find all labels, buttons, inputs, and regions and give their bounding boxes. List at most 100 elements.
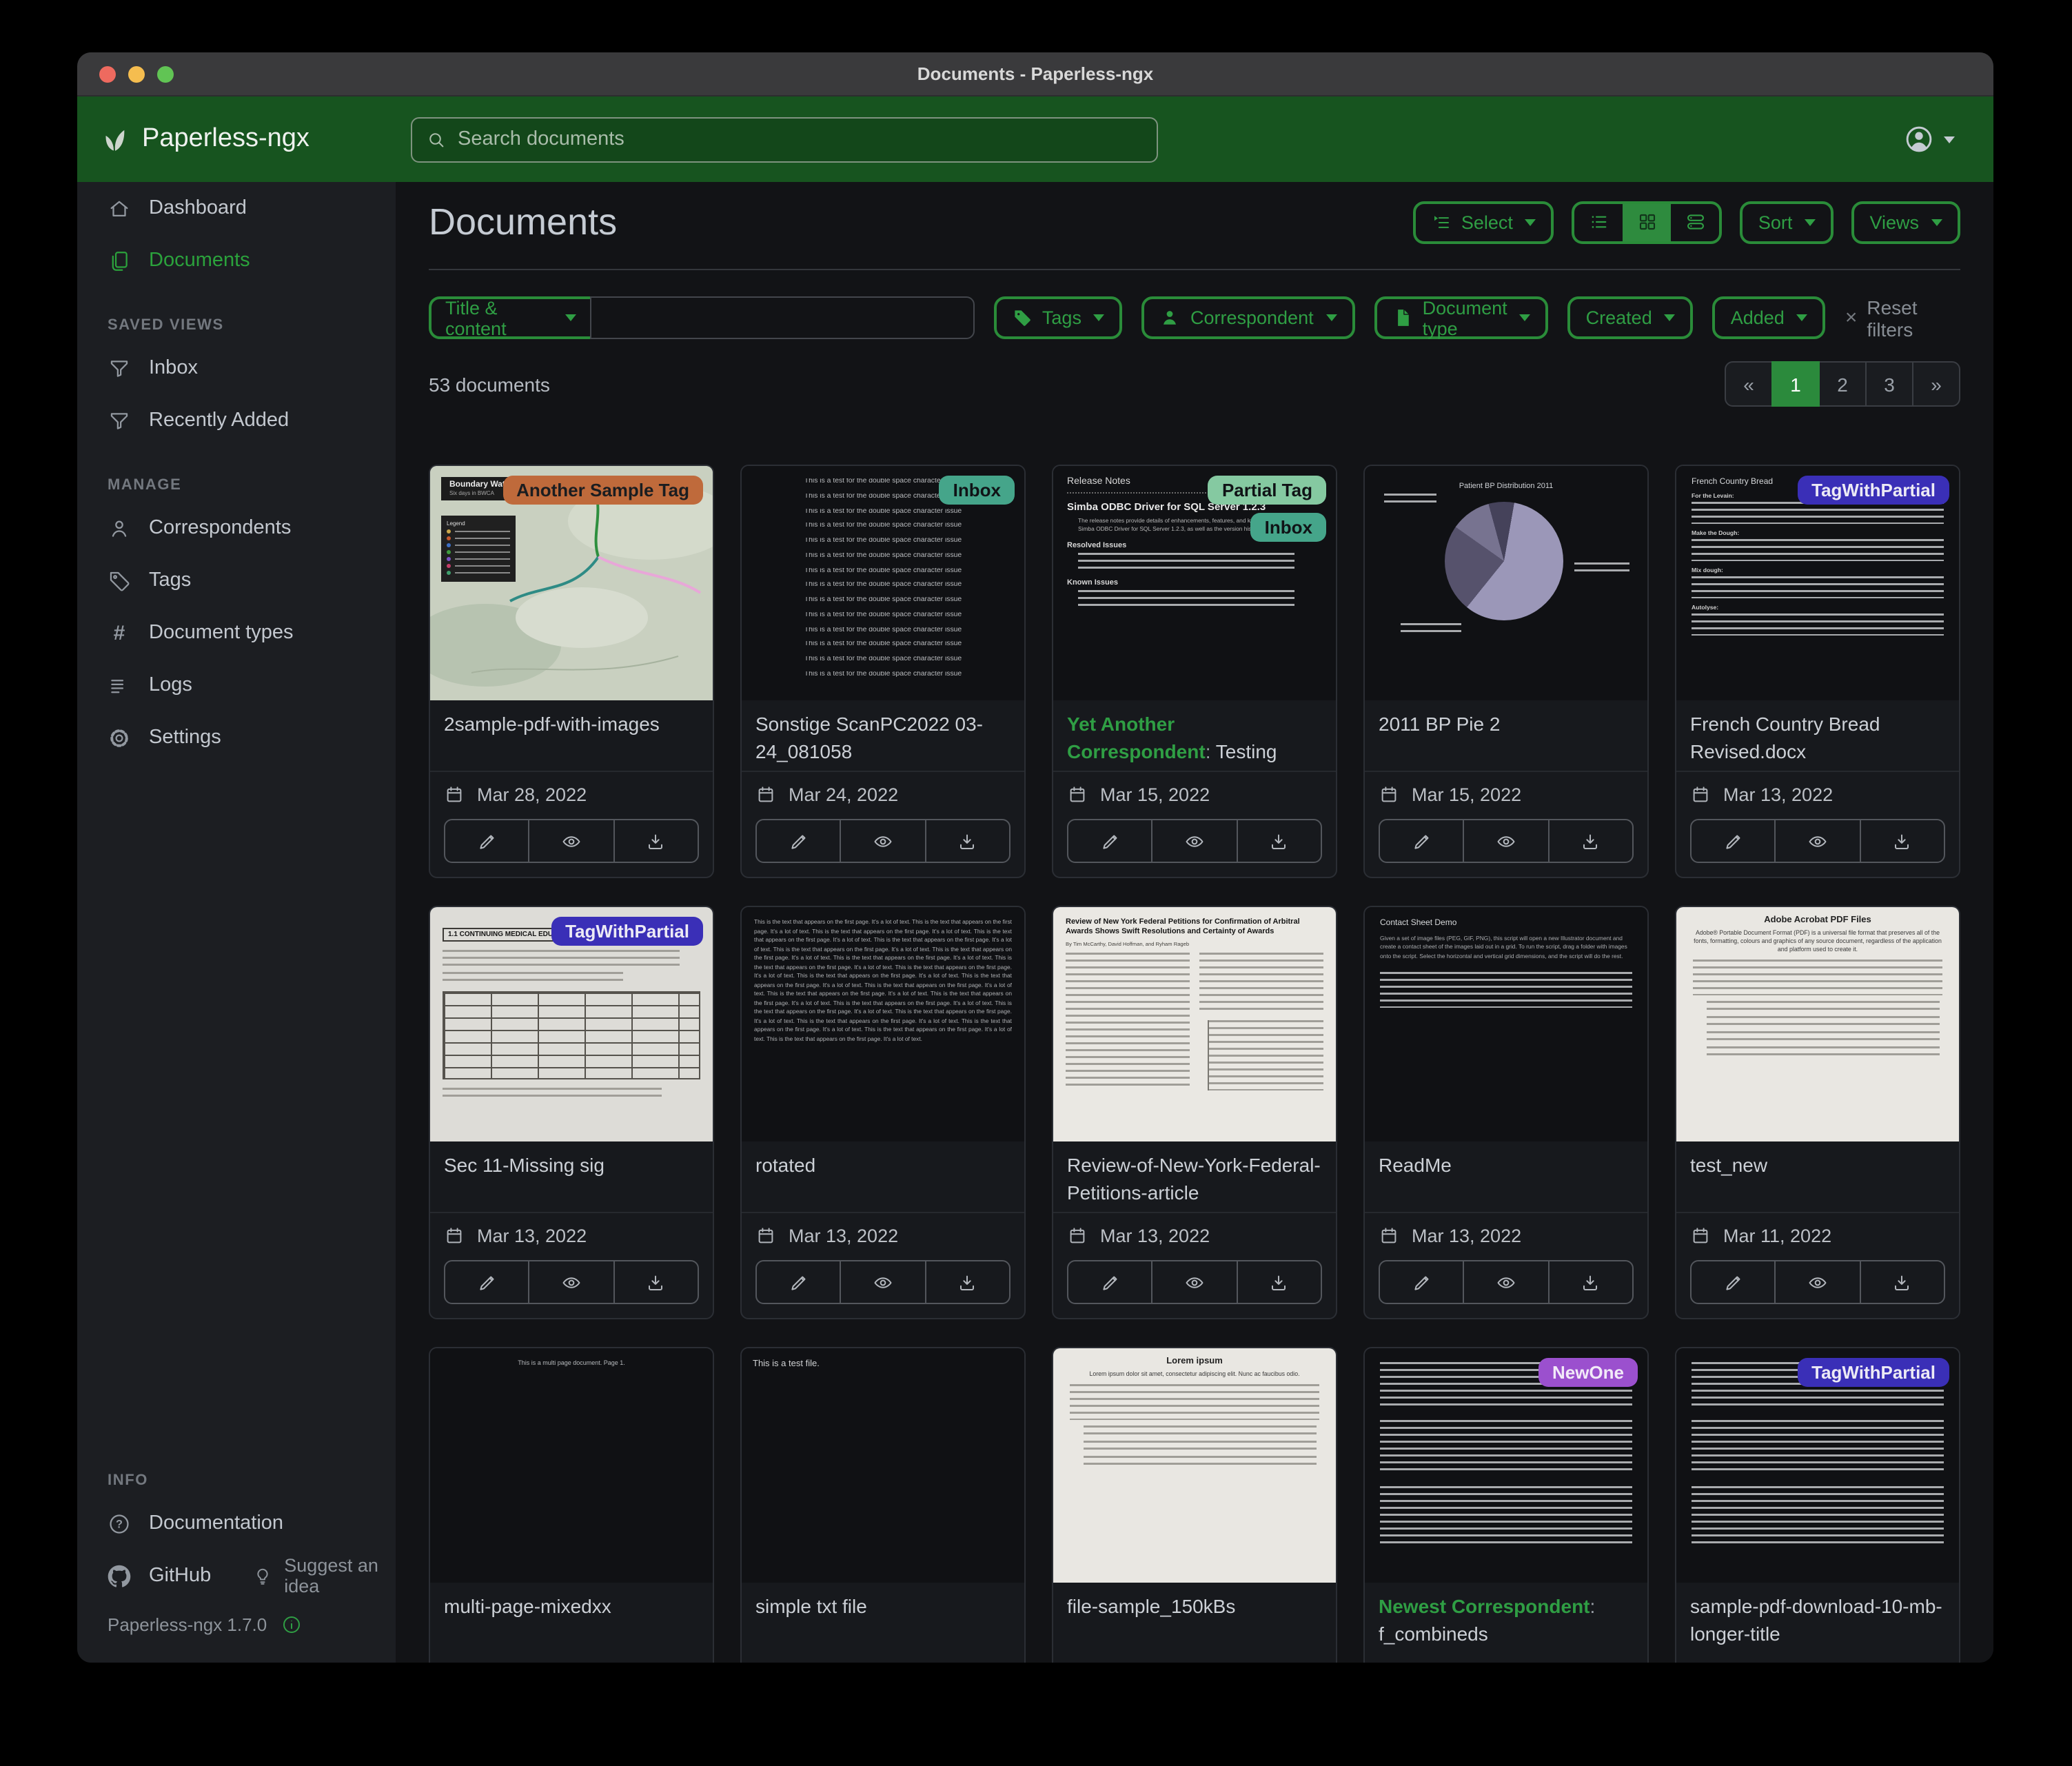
view-mode-list-button[interactable]: [1575, 203, 1623, 241]
document-thumbnail[interactable]: This is the text that appears on the fir…: [742, 907, 1024, 1141]
document-card[interactable]: Another Sample Tag Boundary Waters TripS…: [429, 465, 714, 878]
global-search-input[interactable]: Search documents: [411, 116, 1158, 162]
document-thumbnail[interactable]: Review of New York Federal Petitions for…: [1053, 907, 1336, 1141]
tag-chip[interactable]: Inbox: [1251, 513, 1326, 542]
document-title[interactable]: Sonstige ScanPC2022 03-24_081058: [755, 711, 1010, 767]
filter-added-button[interactable]: Added: [1713, 296, 1826, 339]
sidebar-item-github[interactable]: GitHub: [77, 1550, 222, 1602]
document-title[interactable]: multi-page-mixedxx: [444, 1594, 699, 1621]
view-document-button[interactable]: [1775, 820, 1860, 862]
document-card[interactable]: This is a test file. simple txt file: [740, 1347, 1026, 1663]
user-menu[interactable]: [1904, 124, 1955, 154]
view-document-button[interactable]: [840, 1261, 925, 1303]
edit-document-button[interactable]: [1068, 820, 1152, 862]
document-title[interactable]: 2011 BP Pie 2: [1379, 711, 1634, 739]
page-button-«[interactable]: «: [1725, 361, 1773, 407]
page-button-2[interactable]: 2: [1818, 361, 1867, 407]
download-document-button[interactable]: [1547, 820, 1632, 862]
document-thumbnail[interactable]: This is a multi page document. Page 1.: [430, 1348, 713, 1583]
document-card[interactable]: NewOne Newest Correspondent: f_combineds: [1363, 1347, 1649, 1663]
view-document-button[interactable]: [1775, 1261, 1860, 1303]
page-button-»[interactable]: »: [1912, 361, 1960, 407]
download-document-button[interactable]: [1236, 1261, 1321, 1303]
document-title[interactable]: rotated: [755, 1153, 1010, 1180]
document-correspondent[interactable]: Yet Another Correspondent: [1067, 713, 1206, 762]
view-document-button[interactable]: [840, 820, 925, 862]
filter-created-button[interactable]: Created: [1568, 296, 1694, 339]
document-thumbnail[interactable]: Adobe Acrobat PDF FilesAdobe® Portable D…: [1676, 907, 1959, 1141]
edit-document-button[interactable]: [1692, 1261, 1775, 1303]
views-button[interactable]: Views: [1851, 201, 1960, 243]
document-title[interactable]: sample-pdf-download-10-mb-longer-title: [1690, 1594, 1945, 1649]
filter-document-type-button[interactable]: Document type: [1374, 296, 1549, 339]
download-document-button[interactable]: [613, 1261, 698, 1303]
document-title[interactable]: simple txt file: [755, 1594, 1010, 1621]
download-document-button[interactable]: [924, 1261, 1009, 1303]
close-window-button[interactable]: [99, 65, 116, 82]
select-button[interactable]: Select: [1413, 201, 1554, 243]
view-document-button[interactable]: [1152, 1261, 1237, 1303]
document-card[interactable]: This is a multi page document. Page 1. mu…: [429, 1347, 714, 1663]
document-title[interactable]: Review-of-New-York-Federal-Petitions-art…: [1067, 1153, 1322, 1208]
view-document-button[interactable]: [1463, 820, 1548, 862]
document-card[interactable]: Adobe Acrobat PDF FilesAdobe® Portable D…: [1675, 906, 1960, 1319]
document-card[interactable]: Contact Sheet DemoGiven a set of image f…: [1363, 906, 1649, 1319]
sidebar-item-logs[interactable]: Logs: [77, 659, 396, 711]
document-title[interactable]: test_new: [1690, 1153, 1945, 1180]
reset-filters-button[interactable]: × Reset filters: [1845, 296, 1960, 340]
sidebar-item-recently-added[interactable]: Recently Added: [77, 394, 396, 447]
tag-chip[interactable]: NewOne: [1538, 1358, 1638, 1387]
title-content-search-input[interactable]: [590, 296, 975, 339]
sidebar-item-document-types[interactable]: #Document types: [77, 607, 396, 659]
view-mode-grid-button[interactable]: [1623, 203, 1672, 241]
document-title[interactable]: 2sample-pdf-with-images: [444, 711, 699, 739]
download-document-button[interactable]: [924, 820, 1009, 862]
document-thumbnail[interactable]: Patient BP Distribution 2011: [1365, 466, 1647, 700]
document-card[interactable]: This is the text that appears on the fir…: [740, 906, 1026, 1319]
document-thumbnail[interactable]: This is a test file.: [742, 1348, 1024, 1583]
document-title[interactable]: Yet Another Correspondent: Testing Email: [1067, 711, 1322, 769]
document-thumbnail[interactable]: Contact Sheet DemoGiven a set of image f…: [1365, 907, 1647, 1141]
view-mode-detail-button[interactable]: [1672, 203, 1720, 241]
filter-tags-button[interactable]: Tags: [994, 296, 1123, 339]
tag-chip[interactable]: Inbox: [939, 476, 1015, 505]
tag-chip[interactable]: Partial Tag: [1208, 476, 1326, 505]
title-content-dropdown[interactable]: Title & content: [429, 296, 590, 339]
sidebar-item-inbox[interactable]: Inbox: [77, 342, 396, 394]
sidebar-item-tags[interactable]: Tags: [77, 554, 396, 607]
sidebar-item-suggest-idea[interactable]: Suggest an idea: [252, 1555, 396, 1596]
tag-chip[interactable]: TagWithPartial: [551, 917, 703, 946]
zoom-window-button[interactable]: [157, 65, 174, 82]
view-document-button[interactable]: [1152, 820, 1237, 862]
document-title[interactable]: file-sample_150kBs: [1067, 1594, 1322, 1621]
page-button-3[interactable]: 3: [1865, 361, 1913, 407]
edit-document-button[interactable]: [757, 820, 840, 862]
info-circle-icon[interactable]: [281, 1614, 301, 1634]
document-card[interactable]: Partial TagInbox Release Notes Simba ODB…: [1052, 465, 1337, 878]
edit-document-button[interactable]: [445, 1261, 529, 1303]
document-card[interactable]: InboxThis is a test for the double space…: [740, 465, 1026, 878]
document-card[interactable]: TagWithPartialFrench Country BreadFor th…: [1675, 465, 1960, 878]
download-document-button[interactable]: [1859, 1261, 1944, 1303]
document-card[interactable]: Patient BP Distribution 2011 2011 BP Pie…: [1363, 465, 1649, 878]
tag-chip[interactable]: TagWithPartial: [1798, 1358, 1949, 1387]
view-document-button[interactable]: [529, 1261, 613, 1303]
download-document-button[interactable]: [1236, 820, 1321, 862]
page-button-1[interactable]: 1: [1771, 361, 1820, 407]
edit-document-button[interactable]: [1068, 1261, 1152, 1303]
edit-document-button[interactable]: [757, 1261, 840, 1303]
sort-button[interactable]: Sort: [1740, 201, 1834, 243]
edit-document-button[interactable]: [1692, 820, 1775, 862]
sidebar-item-documents[interactable]: Documents: [77, 234, 396, 287]
document-title[interactable]: ReadMe: [1379, 1153, 1634, 1180]
tag-chip[interactable]: Another Sample Tag: [502, 476, 703, 505]
document-card[interactable]: TagWithPartial 1.1 CONTINUING MEDICAL ED…: [429, 906, 714, 1319]
brand[interactable]: Paperless-ngx: [99, 124, 411, 154]
sidebar-item-settings[interactable]: Settings: [77, 711, 396, 764]
download-document-button[interactable]: [1547, 1261, 1632, 1303]
sidebar-item-dashboard[interactable]: Dashboard: [77, 182, 396, 234]
sidebar-item-correspondents[interactable]: Correspondents: [77, 502, 396, 554]
document-card[interactable]: TagWithPartial sample-pdf-download-10-mb…: [1675, 1347, 1960, 1663]
document-title[interactable]: Newest Correspondent: f_combineds: [1379, 1594, 1634, 1649]
document-card[interactable]: Lorem ipsumLorem ipsum dolor sit amet, c…: [1052, 1347, 1337, 1663]
